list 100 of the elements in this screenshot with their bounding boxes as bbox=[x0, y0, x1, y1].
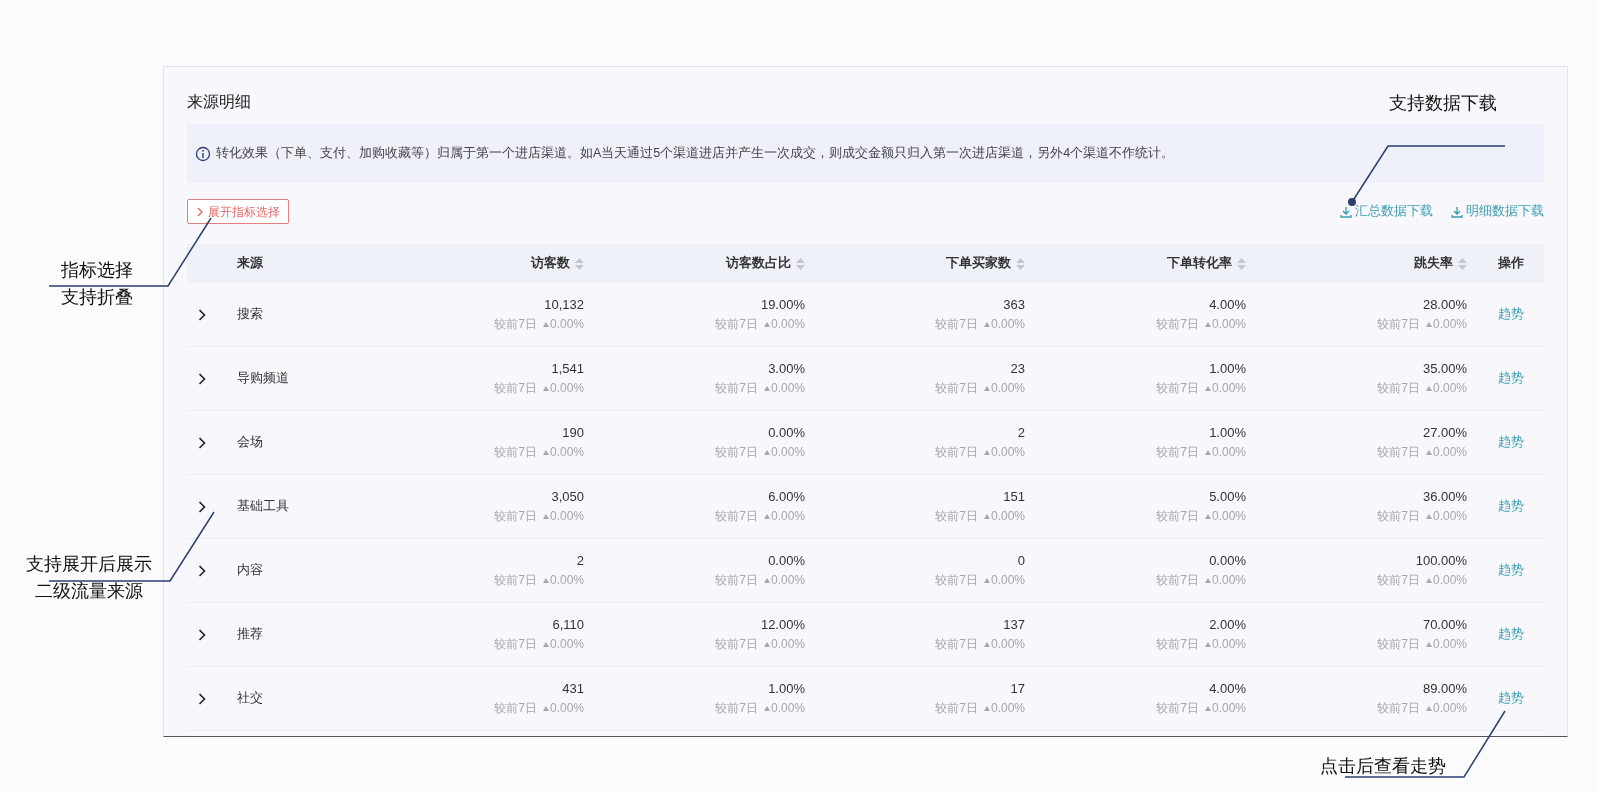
up-triangle-icon bbox=[1204, 577, 1211, 583]
chevron-right-icon bbox=[196, 206, 204, 217]
source-name: 内容 bbox=[237, 562, 263, 580]
compare-label: 较前7日 bbox=[715, 508, 758, 524]
trend-link[interactable]: 趋势 bbox=[1498, 433, 1524, 452]
expand-chevron-icon[interactable] bbox=[197, 499, 207, 514]
change-value: 0.00% bbox=[990, 444, 1025, 460]
trend-link[interactable]: 趋势 bbox=[1498, 625, 1524, 644]
up-triangle-icon bbox=[983, 577, 990, 583]
change-value: 0.00% bbox=[1432, 444, 1467, 460]
change-value: 0.00% bbox=[770, 572, 805, 588]
up-triangle-icon bbox=[542, 321, 549, 327]
up-triangle-icon bbox=[542, 577, 549, 583]
up-triangle-icon bbox=[1204, 641, 1211, 647]
source-name: 基础工具 bbox=[237, 498, 289, 516]
change-value: 0.00% bbox=[1432, 508, 1467, 524]
column-header[interactable]: 跳失率 bbox=[1414, 254, 1467, 273]
change-value: 0.00% bbox=[1432, 700, 1467, 716]
up-triangle-icon bbox=[1204, 321, 1211, 327]
metric-value: 10,132 bbox=[544, 297, 584, 313]
change-value: 0.00% bbox=[549, 508, 584, 524]
column-header[interactable]: 下单买家数 bbox=[946, 254, 1025, 273]
trend-link[interactable]: 趋势 bbox=[1498, 497, 1524, 516]
change-value: 0.00% bbox=[770, 444, 805, 460]
expand-chevron-icon[interactable] bbox=[197, 435, 207, 450]
compare-label: 较前7日 bbox=[1156, 380, 1199, 396]
compare-label: 较前7日 bbox=[715, 636, 758, 652]
compare-label: 较前7日 bbox=[1377, 444, 1420, 460]
expand-chevron-icon[interactable] bbox=[197, 627, 207, 642]
change-value: 0.00% bbox=[990, 508, 1025, 524]
annotation-text: 点击后查看走势 bbox=[1319, 755, 1447, 778]
compare-label: 较前7日 bbox=[494, 316, 537, 332]
compare-label: 较前7日 bbox=[935, 636, 978, 652]
column-header[interactable]: 访客数占比 bbox=[726, 254, 805, 273]
up-triangle-icon bbox=[983, 449, 990, 455]
up-triangle-icon bbox=[763, 641, 770, 647]
metric-value: 363 bbox=[1003, 297, 1025, 313]
change-value: 0.00% bbox=[1211, 508, 1246, 524]
download-link[interactable]: 明细数据下载 bbox=[1451, 202, 1544, 221]
compare-label: 较前7日 bbox=[1156, 444, 1199, 460]
up-triangle-icon bbox=[1204, 513, 1211, 519]
compare-label: 较前7日 bbox=[1156, 508, 1199, 524]
metric-value: 35.00% bbox=[1422, 361, 1467, 377]
metric-value: 17 bbox=[1010, 681, 1025, 697]
up-triangle-icon bbox=[542, 449, 549, 455]
up-triangle-icon bbox=[1204, 705, 1211, 711]
compare-label: 较前7日 bbox=[494, 700, 537, 716]
expand-chevron-icon[interactable] bbox=[197, 307, 207, 322]
source-name: 社交 bbox=[237, 690, 263, 708]
metric-value: 27.00% bbox=[1422, 425, 1467, 441]
up-triangle-icon bbox=[1425, 705, 1432, 711]
annotation-text: 指标选择 支持折叠 bbox=[59, 259, 134, 309]
change-value: 0.00% bbox=[549, 380, 584, 396]
column-header[interactable]: 访客数 bbox=[531, 254, 584, 273]
compare-label: 较前7日 bbox=[935, 700, 978, 716]
expand-chevron-icon[interactable] bbox=[197, 691, 207, 706]
change-value: 0.00% bbox=[770, 316, 805, 332]
compare-label: 较前7日 bbox=[1156, 636, 1199, 652]
metric-value: 431 bbox=[562, 681, 584, 697]
compare-label: 较前7日 bbox=[1377, 572, 1420, 588]
compare-label: 较前7日 bbox=[715, 380, 758, 396]
compare-label: 较前7日 bbox=[1156, 700, 1199, 716]
change-value: 0.00% bbox=[549, 636, 584, 652]
trend-link[interactable]: 趋势 bbox=[1498, 369, 1524, 388]
expand-metrics-button[interactable]: 展开指标选择 bbox=[187, 199, 289, 224]
metric-value: 190 bbox=[562, 425, 584, 441]
metric-value: 1.00% bbox=[1209, 425, 1246, 441]
change-value: 0.00% bbox=[1432, 316, 1467, 332]
up-triangle-icon bbox=[983, 641, 990, 647]
column-header[interactable]: 下单转化率 bbox=[1167, 254, 1246, 273]
metric-value: 19.00% bbox=[760, 297, 805, 313]
metric-value: 6.00% bbox=[768, 489, 805, 505]
trend-link[interactable]: 趋势 bbox=[1498, 561, 1524, 580]
trend-link[interactable]: 趋势 bbox=[1498, 305, 1524, 324]
compare-label: 较前7日 bbox=[935, 508, 978, 524]
change-value: 0.00% bbox=[1211, 316, 1246, 332]
compare-label: 较前7日 bbox=[715, 316, 758, 332]
metric-value: 2.00% bbox=[1209, 617, 1246, 633]
compare-label: 较前7日 bbox=[1377, 508, 1420, 524]
metric-value: 0.00% bbox=[1209, 553, 1246, 569]
metric-value: 1.00% bbox=[768, 681, 805, 697]
compare-label: 较前7日 bbox=[494, 636, 537, 652]
metric-value: 89.00% bbox=[1422, 681, 1467, 697]
download-link[interactable]: 汇总数据下载 bbox=[1340, 202, 1433, 221]
compare-label: 较前7日 bbox=[1156, 572, 1199, 588]
expand-chevron-icon[interactable] bbox=[197, 371, 207, 386]
compare-label: 较前7日 bbox=[1377, 700, 1420, 716]
trend-link[interactable]: 趋势 bbox=[1498, 689, 1524, 708]
up-triangle-icon bbox=[1425, 449, 1432, 455]
up-triangle-icon bbox=[1425, 513, 1432, 519]
metric-value: 4.00% bbox=[1209, 297, 1246, 313]
compare-label: 较前7日 bbox=[1377, 636, 1420, 652]
change-value: 0.00% bbox=[770, 636, 805, 652]
annotation-text: 支持数据下载 bbox=[1388, 92, 1498, 115]
change-value: 0.00% bbox=[1211, 572, 1246, 588]
metric-value: 4.00% bbox=[1209, 681, 1246, 697]
metric-value: 100.00% bbox=[1415, 553, 1467, 569]
expand-chevron-icon[interactable] bbox=[197, 563, 207, 578]
change-value: 0.00% bbox=[1211, 636, 1246, 652]
metric-value: 23 bbox=[1010, 361, 1025, 377]
